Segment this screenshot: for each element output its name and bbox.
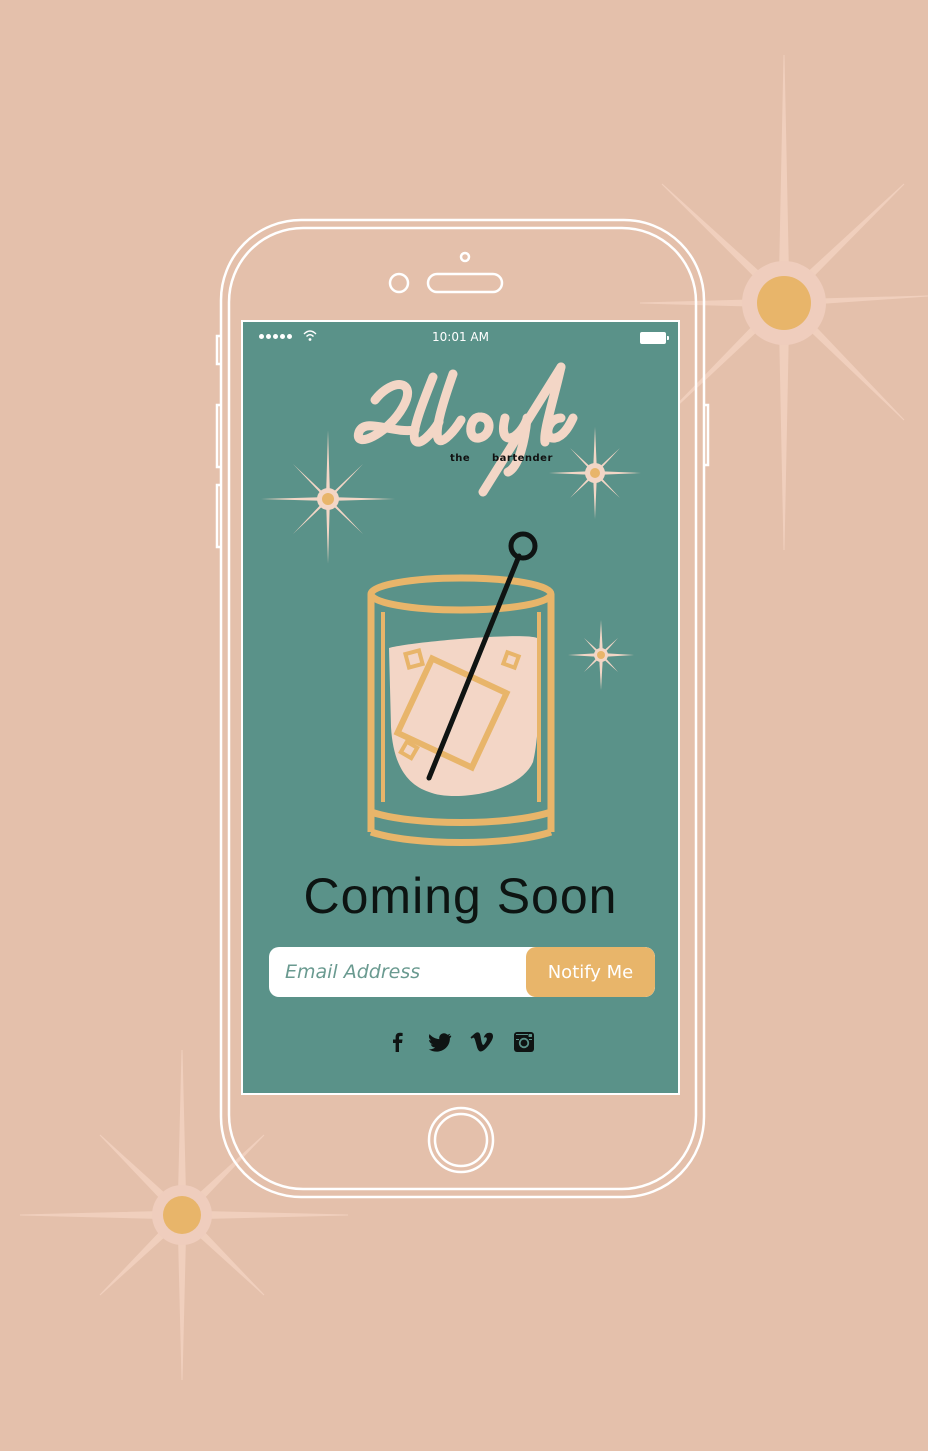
phone-screen: 10:01 AM the bartender Coming Soon Notif… bbox=[241, 320, 680, 1095]
vimeo-icon[interactable] bbox=[468, 1028, 496, 1056]
facebook-icon[interactable] bbox=[384, 1028, 412, 1056]
logo-tagline-bartender: bartender bbox=[492, 453, 553, 464]
signup-form: Notify Me bbox=[269, 947, 655, 997]
sparkle-large-bottom-left bbox=[19, 1049, 349, 1381]
cocktail-glass-illustration bbox=[367, 531, 555, 846]
status-bar: 10:01 AM bbox=[243, 322, 678, 354]
sparkle-small-right-mid bbox=[568, 620, 634, 690]
notify-me-button[interactable]: Notify Me bbox=[526, 947, 655, 997]
sparkle-small-left bbox=[261, 430, 395, 564]
sparkle-small-right-top bbox=[549, 427, 641, 519]
logo-tagline-the: the bbox=[450, 453, 471, 464]
instagram-icon[interactable] bbox=[510, 1028, 538, 1056]
battery-icon bbox=[640, 332, 669, 344]
lloyd-logo bbox=[353, 362, 578, 497]
twitter-icon[interactable] bbox=[426, 1028, 454, 1056]
email-field[interactable] bbox=[269, 947, 529, 997]
headline-coming-soon: Coming Soon bbox=[303, 868, 618, 924]
social-links bbox=[243, 1028, 678, 1056]
sparkle-large-top-right bbox=[639, 54, 928, 551]
status-time: 10:01 AM bbox=[432, 330, 489, 344]
